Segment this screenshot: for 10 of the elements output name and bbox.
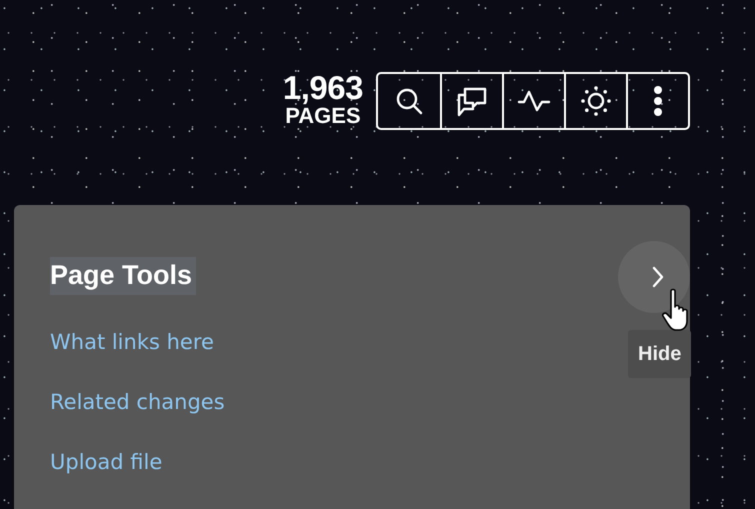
page-count-label: PAGES: [285, 104, 361, 128]
chevron-right-icon: [651, 265, 665, 289]
sun-icon: [579, 84, 613, 118]
more-icon: [653, 85, 663, 117]
page-count: 1,963: [282, 72, 363, 104]
tool-link[interactable]: Upload file: [50, 449, 162, 476]
panel-title: Page Tools: [50, 257, 196, 295]
tool-link[interactable]: What links here: [50, 329, 214, 356]
tool-link[interactable]: Related changes: [50, 389, 225, 416]
tooltip: Hide: [628, 330, 692, 378]
